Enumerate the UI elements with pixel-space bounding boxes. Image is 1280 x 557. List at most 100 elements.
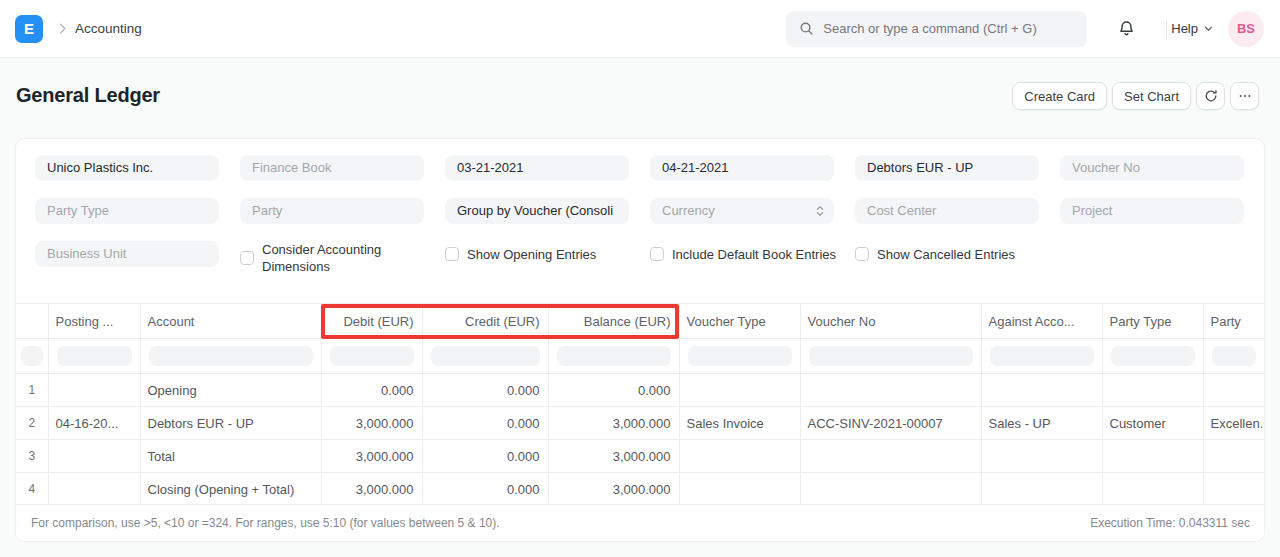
breadcrumb-accounting[interactable]: Accounting bbox=[75, 21, 142, 36]
column-filter-balance[interactable] bbox=[557, 346, 671, 366]
cell-party[interactable] bbox=[1203, 440, 1264, 473]
currency-filter[interactable]: Currency bbox=[650, 198, 834, 224]
cell-credit[interactable]: 0.000 bbox=[422, 440, 548, 473]
cell-party-type[interactable]: Customer bbox=[1102, 407, 1203, 440]
cell-against-account[interactable]: Sales - UP bbox=[981, 407, 1102, 440]
column-filter-index[interactable] bbox=[21, 346, 43, 366]
column-filter-voucher-type[interactable] bbox=[688, 346, 792, 366]
column-filter-posting-date[interactable] bbox=[57, 346, 132, 366]
checkbox-box[interactable] bbox=[855, 247, 869, 261]
set-chart-button[interactable]: Set Chart bbox=[1112, 82, 1191, 110]
cell-party[interactable] bbox=[1203, 473, 1264, 506]
party-type-filter[interactable]: Party Type bbox=[35, 198, 219, 224]
cell-party-type[interactable] bbox=[1102, 374, 1203, 407]
row-number[interactable]: 1 bbox=[16, 374, 48, 407]
row-number[interactable]: 2 bbox=[16, 407, 48, 440]
include-default-book-entries-checkbox[interactable]: Include Default Book Entries bbox=[650, 241, 834, 267]
consider-accounting-dimensions-checkbox[interactable]: Consider Accounting Dimensions bbox=[240, 241, 424, 275]
cell-balance[interactable]: 3,000.000 bbox=[548, 440, 679, 473]
app-logo[interactable]: E bbox=[15, 15, 43, 43]
cell-balance[interactable]: 3,000.000 bbox=[548, 473, 679, 506]
help-menu[interactable]: Help bbox=[1167, 21, 1214, 36]
cell-voucher-type[interactable] bbox=[679, 374, 800, 407]
cell-balance[interactable]: 0.000 bbox=[548, 374, 679, 407]
cell-voucher-type[interactable] bbox=[679, 473, 800, 506]
column-filter-party-type[interactable] bbox=[1111, 346, 1195, 366]
show-opening-entries-checkbox[interactable]: Show Opening Entries bbox=[445, 241, 629, 267]
column-filter-account[interactable] bbox=[149, 346, 313, 366]
column-filter-voucher-no[interactable] bbox=[809, 346, 973, 366]
show-cancelled-entries-checkbox[interactable]: Show Cancelled Entries bbox=[855, 241, 1039, 267]
cell-voucher-no[interactable] bbox=[800, 374, 981, 407]
cell-voucher-type[interactable] bbox=[679, 440, 800, 473]
column-header-balance[interactable]: Balance (EUR) bbox=[548, 304, 679, 339]
cell-voucher-no[interactable] bbox=[800, 440, 981, 473]
cell-debit[interactable]: 3,000.000 bbox=[321, 473, 422, 506]
cell-posting-date[interactable] bbox=[48, 473, 140, 506]
cell-party[interactable] bbox=[1203, 374, 1264, 407]
checkbox-box[interactable] bbox=[240, 251, 254, 265]
avatar[interactable]: BS bbox=[1228, 11, 1264, 47]
cell-credit[interactable]: 0.000 bbox=[422, 374, 548, 407]
cell-account[interactable]: Closing (Opening + Total) bbox=[140, 473, 321, 506]
column-header-party-type[interactable]: Party Type bbox=[1102, 304, 1203, 339]
cell-credit[interactable]: 0.000 bbox=[422, 473, 548, 506]
from-date-filter[interactable]: 03-21-2021 bbox=[445, 155, 629, 181]
cell-party-type[interactable] bbox=[1102, 473, 1203, 506]
project-filter[interactable]: Project bbox=[1060, 198, 1244, 224]
cell-account[interactable]: Total bbox=[140, 440, 321, 473]
column-filter-against-account[interactable] bbox=[990, 346, 1094, 366]
party-filter[interactable]: Party bbox=[240, 198, 424, 224]
cell-balance[interactable]: 3,000.000 bbox=[548, 407, 679, 440]
column-header-party[interactable]: Party bbox=[1203, 304, 1264, 339]
cell-credit[interactable]: 0.000 bbox=[422, 407, 548, 440]
voucher-no-filter[interactable]: Voucher No bbox=[1060, 155, 1244, 181]
cell-debit[interactable]: 3,000.000 bbox=[321, 440, 422, 473]
cell-posting-date[interactable] bbox=[48, 440, 140, 473]
column-header-debit[interactable]: Debit (EUR) bbox=[321, 304, 422, 339]
row-number[interactable]: 4 bbox=[16, 473, 48, 506]
row-number[interactable]: 3 bbox=[16, 440, 48, 473]
cell-debit[interactable]: 3,000.000 bbox=[321, 407, 422, 440]
column-filter-credit[interactable] bbox=[431, 346, 540, 366]
checkbox-box[interactable] bbox=[445, 247, 459, 261]
cell-account[interactable]: Opening bbox=[140, 374, 321, 407]
refresh-button[interactable] bbox=[1196, 82, 1225, 110]
to-date-filter[interactable]: 04-21-2021 bbox=[650, 155, 834, 181]
create-card-button[interactable]: Create Card bbox=[1012, 82, 1107, 110]
cell-party[interactable]: Excellen... bbox=[1203, 407, 1264, 440]
cost-center-filter[interactable]: Cost Center bbox=[855, 198, 1039, 224]
column-filter-party[interactable] bbox=[1212, 346, 1257, 366]
group-by-filter[interactable]: Group by Voucher (Consoli bbox=[445, 198, 629, 224]
cell-debit[interactable]: 0.000 bbox=[321, 374, 422, 407]
cell-voucher-no[interactable] bbox=[800, 473, 981, 506]
cell-voucher-type[interactable]: Sales Invoice bbox=[679, 407, 800, 440]
checkbox-box[interactable] bbox=[650, 247, 664, 261]
column-header-credit[interactable]: Credit (EUR) bbox=[422, 304, 548, 339]
cell-party-type[interactable] bbox=[1102, 440, 1203, 473]
column-header-posting-date[interactable]: Posting ... bbox=[48, 304, 140, 339]
cell-against-account[interactable] bbox=[981, 374, 1102, 407]
column-header-voucher-type[interactable]: Voucher Type bbox=[679, 304, 800, 339]
notifications-bell-icon[interactable] bbox=[1118, 20, 1135, 37]
column-header-account[interactable]: Account bbox=[140, 304, 321, 339]
cell-against-account[interactable] bbox=[981, 440, 1102, 473]
execution-time: Execution Time: 0.043311 sec bbox=[1090, 516, 1250, 530]
cell-posting-date[interactable] bbox=[48, 374, 140, 407]
column-filter-debit[interactable] bbox=[330, 346, 414, 366]
company-filter[interactable]: Unico Plastics Inc. bbox=[35, 155, 219, 181]
refresh-icon bbox=[1204, 89, 1218, 103]
app-logo-letter: E bbox=[24, 20, 34, 37]
business-unit-filter[interactable]: Business Unit bbox=[35, 241, 219, 267]
search-input[interactable]: Search or type a command (Ctrl + G) bbox=[786, 11, 1087, 47]
column-header-against-account[interactable]: Against Acco... bbox=[981, 304, 1102, 339]
column-header-voucher-no[interactable]: Voucher No bbox=[800, 304, 981, 339]
account-filter[interactable]: Debtors EUR - UP bbox=[855, 155, 1039, 181]
cell-account[interactable]: Debtors EUR - UP bbox=[140, 407, 321, 440]
cell-posting-date[interactable]: 04-16-20... bbox=[48, 407, 140, 440]
cell-against-account[interactable] bbox=[981, 473, 1102, 506]
cell-voucher-no[interactable]: ACC-SINV-2021-00007 bbox=[800, 407, 981, 440]
finance-book-filter[interactable]: Finance Book bbox=[240, 155, 424, 181]
report-card: Unico Plastics Inc. Finance Book 03-21-2… bbox=[15, 138, 1265, 542]
menu-button[interactable] bbox=[1230, 82, 1259, 110]
